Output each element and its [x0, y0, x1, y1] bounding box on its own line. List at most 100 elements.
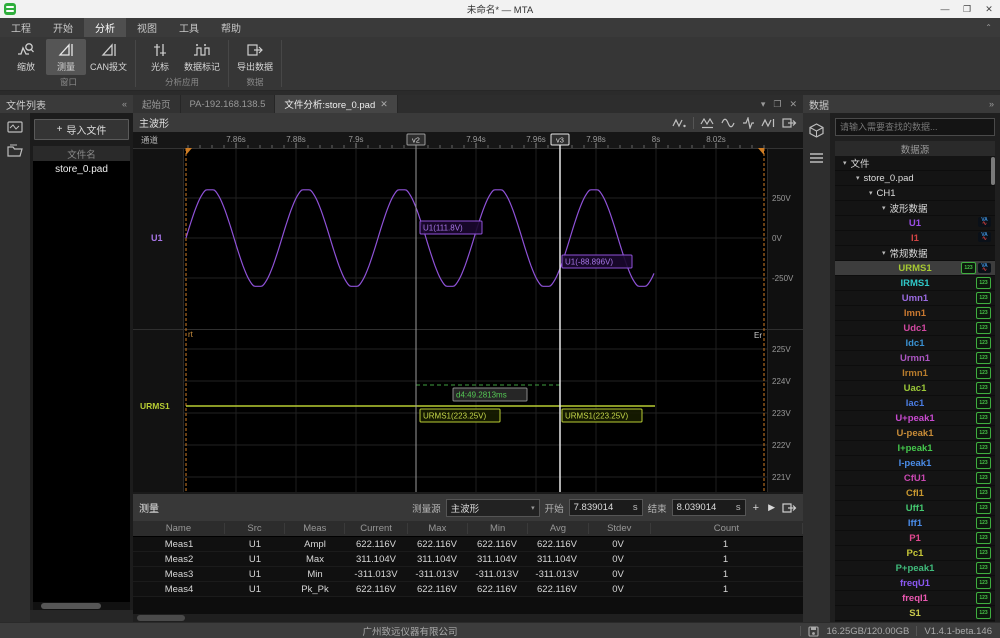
tab-device[interactable]: PA-192.168.138.5	[181, 95, 276, 113]
menu-item-view[interactable]: 视图	[126, 18, 168, 37]
folder-icon[interactable]	[7, 144, 23, 157]
collapse-left-panel-icon[interactable]: «	[122, 99, 127, 109]
tree-item-I-peak1[interactable]: I-peak1123	[835, 456, 995, 471]
numeric-data-icon: 123	[976, 502, 991, 514]
tree-item-常规数据[interactable]: ▾常规数据	[835, 246, 995, 261]
menu-bar: 工程 开始 分析 视图 工具 帮助 ⌃	[0, 18, 1000, 37]
measure-source-select[interactable]: 主波形▾	[446, 499, 540, 517]
collapse-right-panel-icon[interactable]: »	[989, 99, 994, 109]
tree-item-freqI1[interactable]: freqI1123	[835, 591, 995, 606]
add-measure-button[interactable]: +	[751, 502, 761, 514]
import-file-button[interactable]: + 导入文件	[34, 119, 129, 140]
export-data-button[interactable]: 导出数据	[233, 39, 277, 75]
tree-item-Irmn1[interactable]: Irmn1123	[835, 366, 995, 381]
tree-item-U+peak1[interactable]: U+peak1123	[835, 411, 995, 426]
tree-item-S1[interactable]: S1123	[835, 606, 995, 621]
cell: Meas4	[133, 584, 225, 595]
tree-item-Iac1[interactable]: Iac1123	[835, 396, 995, 411]
glitch-view-icon[interactable]	[742, 117, 755, 129]
zoom-button[interactable]: 缩放	[6, 39, 46, 75]
tree-item-URMS1[interactable]: URMS1123VA∿	[835, 261, 995, 276]
ribbon-collapse-icon[interactable]: ⌃	[977, 18, 1000, 37]
cursor-button[interactable]: 光标	[140, 39, 180, 75]
table-row[interactable]: Meas3U1Min-311.013V-311.013V-311.013V-31…	[133, 567, 803, 582]
tree-item-I+peak1[interactable]: I+peak1123	[835, 441, 995, 456]
waveform-style-icon[interactable]	[672, 117, 687, 129]
data-source-icon[interactable]	[809, 123, 824, 138]
file-list-hscrollbar[interactable]	[33, 602, 130, 610]
tree-item-U-peak1[interactable]: U-peak1123	[835, 426, 995, 441]
measure-button[interactable]: 测量	[46, 39, 86, 75]
svg-text:7.86s: 7.86s	[226, 135, 246, 144]
expand-arrow-icon[interactable]: ▾	[869, 189, 873, 197]
data-panel: 数据 » 数据源 ▾文件▾store_0.pa	[803, 95, 1000, 622]
tree-item-Uac1[interactable]: Uac1123	[835, 381, 995, 396]
table-hscrollbar[interactable]	[133, 614, 803, 622]
close-tab-icon[interactable]: ✕	[380, 99, 388, 110]
waveform-measure-icon[interactable]	[761, 117, 776, 129]
menu-item-tools[interactable]: 工具	[168, 18, 210, 37]
tree-item-CfI1[interactable]: CfI1123	[835, 486, 995, 501]
tree-item-P1[interactable]: P1123	[835, 531, 995, 546]
expand-arrow-icon[interactable]: ▾	[843, 159, 847, 167]
table-row[interactable]: Meas1U1Ampl622.116V622.116V622.116V622.1…	[133, 537, 803, 552]
tree-item-波形数据[interactable]: ▾波形数据	[835, 201, 995, 216]
export-measure-icon[interactable]	[782, 502, 797, 514]
data-marker-button[interactable]: 数据标记	[180, 39, 224, 75]
device-screen-icon[interactable]	[7, 121, 23, 134]
tree-item-Imn1[interactable]: Imn1123	[835, 306, 995, 321]
tree-item-Iff1[interactable]: Iff1123	[835, 516, 995, 531]
tree-item-CH1[interactable]: ▾CH1	[835, 186, 995, 201]
tree-item-Udc1[interactable]: Udc1123	[835, 321, 995, 336]
menu-item-analysis[interactable]: 分析	[84, 18, 126, 37]
expand-arrow-icon[interactable]: ▾	[882, 204, 886, 212]
tree-item-Urmn1[interactable]: Urmn1123	[835, 351, 995, 366]
tree-item-CfU1[interactable]: CfU1123	[835, 471, 995, 486]
cell: 622.116V	[345, 539, 407, 550]
tree-item-P+peak1[interactable]: P+peak1123	[835, 561, 995, 576]
can-message-button[interactable]: CAN报文	[86, 39, 131, 75]
expand-arrow-icon[interactable]: ▾	[882, 249, 886, 257]
tree-item-freqU1[interactable]: freqU1123	[835, 576, 995, 591]
svg-text:7.9s: 7.9s	[348, 135, 363, 144]
tree-item-Idc1[interactable]: Idc1123	[835, 336, 995, 351]
sine-view-icon[interactable]	[721, 117, 736, 129]
main-waveform-chart[interactable]: 7.86s7.88s7.9s7.92s7.94s7.96s7.98s8s8.02…	[133, 132, 803, 494]
data-search-input[interactable]	[835, 118, 995, 136]
tree-item-文件[interactable]: ▾文件	[835, 156, 995, 171]
ribbon-group-label: 数据	[233, 75, 277, 90]
tree-item-Pc1[interactable]: Pc1123	[835, 546, 995, 561]
tab-list-dropdown-icon[interactable]: ▾	[761, 99, 766, 110]
numeric-data-icon: 123	[976, 292, 991, 304]
tab-start-page[interactable]: 起始页	[133, 95, 181, 113]
run-measure-button[interactable]: ▶	[766, 502, 777, 513]
tree-item-Uff1[interactable]: Uff1123	[835, 501, 995, 516]
cell: 0V	[587, 539, 649, 550]
tree-item-Umn1[interactable]: Umn1123	[835, 291, 995, 306]
start-time-label: 开始	[545, 501, 564, 515]
close-document-icon[interactable]: ✕	[789, 99, 797, 110]
cell: 311.104V	[467, 554, 527, 565]
table-row[interactable]: Meas4U1Pk_Pk622.116V622.116V622.116V622.…	[133, 582, 803, 597]
tab-file-analysis[interactable]: 文件分析:store_0.pad ✕	[275, 95, 397, 113]
tree-vscrollbar[interactable]	[991, 157, 995, 185]
svg-text:250V: 250V	[772, 194, 791, 203]
menu-item-project[interactable]: 工程	[0, 18, 42, 37]
numeric-data-icon: 123	[976, 577, 991, 589]
table-row[interactable]: Meas2U1Max311.104V311.104V311.104V311.10…	[133, 552, 803, 567]
menu-item-start[interactable]: 开始	[42, 18, 84, 37]
tree-item-store_0.pad[interactable]: ▾store_0.pad	[835, 171, 995, 186]
list-view-icon[interactable]	[809, 152, 824, 164]
waveform-data-icon: VA∿	[978, 217, 991, 227]
menu-item-help[interactable]: 帮助	[210, 18, 252, 37]
float-window-icon[interactable]: ❐	[773, 99, 781, 110]
export-waveform-icon[interactable]	[782, 117, 797, 129]
expand-arrow-icon[interactable]: ▾	[856, 174, 860, 182]
start-time-input[interactable]: 7.839014s	[569, 499, 643, 516]
tree-item-U1[interactable]: U1VA∿	[835, 216, 995, 231]
file-list-item[interactable]: store_0.pad	[33, 161, 130, 177]
add-waveform-icon[interactable]	[700, 117, 715, 129]
end-time-input[interactable]: 8.039014s	[672, 499, 746, 516]
tree-item-IRMS1[interactable]: IRMS1123	[835, 276, 995, 291]
tree-item-I1[interactable]: I1VA∿	[835, 231, 995, 246]
